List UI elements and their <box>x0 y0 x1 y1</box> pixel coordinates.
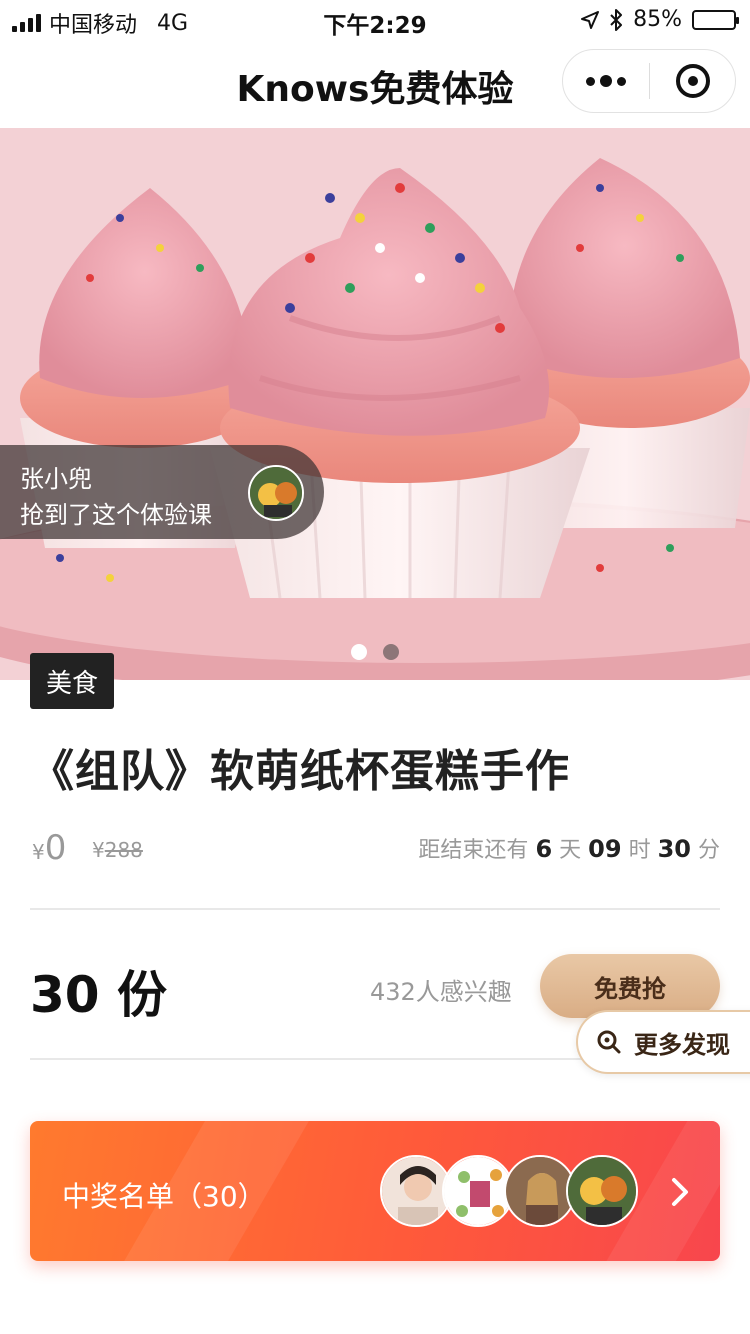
currency-symbol: ¥ <box>32 840 45 864</box>
grab-button[interactable]: 免费抢 <box>540 954 720 1018</box>
price-value: 0 <box>44 828 67 868</box>
countdown: 距结束还有 6 天 09 时 30 分 <box>418 832 720 864</box>
avatar <box>566 1155 638 1227</box>
carousel-dot-1[interactable] <box>351 644 367 660</box>
original-price-value: 288 <box>104 838 143 862</box>
mini-program-capsule <box>562 49 736 113</box>
more-dots-icon <box>617 76 626 86</box>
battery-percent: 85% <box>633 7 682 32</box>
target-icon <box>675 64 710 98</box>
avatar <box>248 465 304 521</box>
winners-list-label: 中奖名单（30） <box>62 1180 266 1213</box>
original-price: ¥288 <box>92 838 143 862</box>
bluetooth-icon <box>610 8 623 31</box>
countdown-days: 6 <box>535 835 553 863</box>
status-right: 85% <box>581 7 739 32</box>
countdown-prefix: 距结束还有 <box>418 838 529 863</box>
chevron-right-icon <box>672 1178 688 1206</box>
discover-more-button[interactable]: 更多发现 <box>576 1010 750 1074</box>
search-icon <box>597 1030 621 1054</box>
stock-count: 30 份 <box>30 966 167 1024</box>
discover-more-label: 更多发现 <box>634 1030 730 1059</box>
close-button[interactable] <box>650 64 735 98</box>
location-arrow-icon <box>581 10 600 29</box>
winner-text: 抢到了这个体验课 <box>20 501 212 529</box>
currency-symbol: ¥ <box>92 838 105 862</box>
divider <box>30 908 720 910</box>
winner-notification: 张小兜 抢到了这个体验课 <box>0 445 324 539</box>
more-dots-icon <box>586 76 595 86</box>
winner-name: 张小兜 <box>20 465 92 493</box>
countdown-minutes-unit: 分 <box>697 838 720 863</box>
carousel-dot-2[interactable] <box>383 644 399 660</box>
cupcake-photo <box>0 128 750 680</box>
winners-list-card[interactable]: 中奖名单（30） <box>30 1121 720 1261</box>
current-price: ¥0 <box>32 828 66 868</box>
status-bar: 中国移动 4G 下午2:29 85% <box>0 0 750 40</box>
price-row: ¥0 ¥288 距结束还有 6 天 09 时 30 分 <box>30 828 720 868</box>
nav-bar: Knows免费体验 <box>0 40 750 128</box>
countdown-hours-unit: 时 <box>628 838 651 863</box>
battery-icon <box>692 9 739 30</box>
more-dots-icon <box>600 75 612 87</box>
more-button[interactable] <box>563 50 649 112</box>
banner-carousel[interactable]: 张小兜 抢到了这个体验课 <box>0 128 750 680</box>
countdown-days-unit: 天 <box>559 838 582 863</box>
countdown-minutes: 30 <box>657 835 691 863</box>
countdown-hours: 09 <box>588 835 622 863</box>
category-tag: 美食 <box>30 653 114 709</box>
interest-count: 432人感兴趣 <box>370 978 512 1006</box>
course-title: 《组队》软萌纸杯蛋糕手作 <box>30 746 570 797</box>
